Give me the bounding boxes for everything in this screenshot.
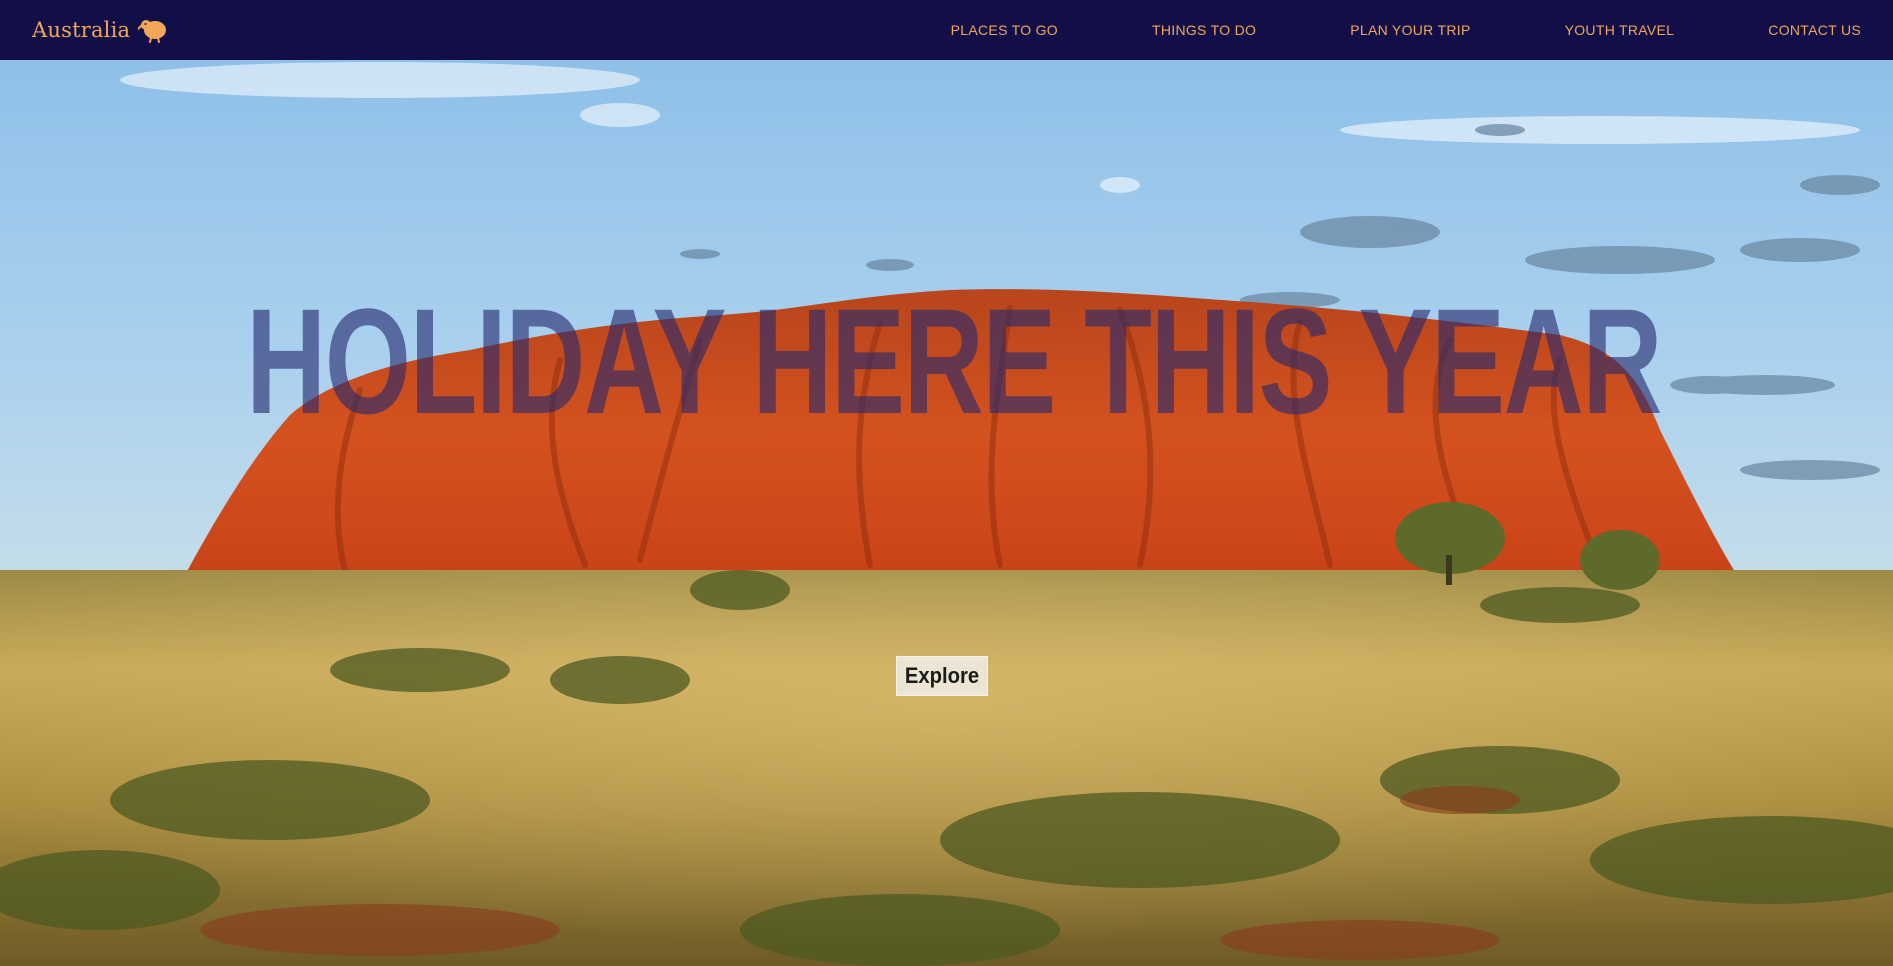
- hero-section: HOLIDAY HERE THIS YEAR Explore: [0, 60, 1893, 966]
- brand-logo-link[interactable]: Australia: [32, 17, 168, 43]
- explore-button[interactable]: Explore: [896, 656, 988, 696]
- kiwi-bird-icon: [138, 20, 167, 43]
- nav-contact-us[interactable]: CONTACT US: [1768, 22, 1861, 38]
- hero-background-image: [0, 60, 1893, 966]
- brand-name: Australia: [32, 18, 131, 42]
- nav-plan-your-trip[interactable]: PLAN YOUR TRIP: [1350, 22, 1470, 38]
- main-nav: PLACES TO GO THINGS TO DO PLAN YOUR TRIP…: [951, 22, 1861, 38]
- top-navbar: Australia PLACES TO GO THINGS TO DO PLAN…: [0, 0, 1893, 60]
- nav-youth-travel[interactable]: YOUTH TRAVEL: [1565, 22, 1675, 38]
- hero-headline: HOLIDAY HERE THIS YEAR: [246, 277, 1662, 445]
- nav-places-to-go[interactable]: PLACES TO GO: [951, 22, 1058, 38]
- nav-things-to-do[interactable]: THINGS TO DO: [1152, 22, 1256, 38]
